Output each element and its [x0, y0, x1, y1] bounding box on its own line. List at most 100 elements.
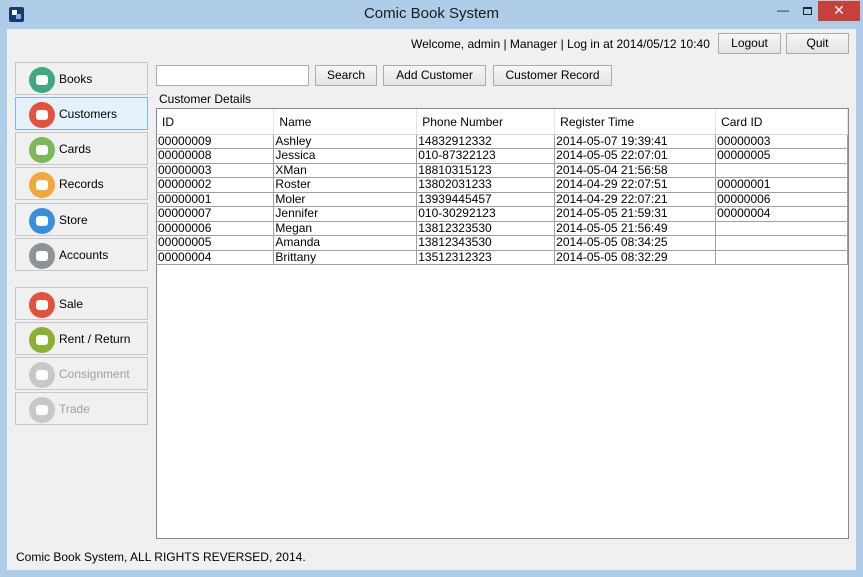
column-header[interactable]: Name — [273, 109, 418, 135]
table-cell: 00000006 — [157, 221, 275, 236]
table-cell: Amanda — [273, 235, 418, 251]
table-cell: 00000008 — [157, 148, 275, 164]
sidebar-item-sale[interactable]: Sale — [15, 287, 148, 320]
add-customer-button[interactable]: Add Customer — [383, 65, 486, 86]
gear-icon — [29, 243, 55, 269]
footer-copyright: Comic Book System, ALL RIGHTS REVERSED, … — [16, 550, 306, 564]
table-row[interactable]: 00000004 Brittany 13512312323 2014-05-05 08… — [157, 250, 848, 265]
table-cell — [715, 221, 848, 236]
sidebar-item-label: Books — [59, 72, 93, 86]
window-title: Comic Book System — [363, 5, 500, 22]
table-cell: Moler — [273, 192, 418, 207]
cloud-icon — [29, 172, 55, 198]
table-cell: 010-87322123 — [416, 148, 556, 164]
table-cell: 13812343530 — [416, 235, 556, 251]
sidebar-item-customers[interactable]: Customers — [15, 97, 148, 130]
table-row[interactable]: 00000001 Moler 13939445457 2014-04-29 22:07… — [157, 192, 848, 207]
main-window: Welcome, admin | Manager | Log in at 201… — [7, 29, 856, 570]
column-header[interactable]: ID — [157, 109, 275, 135]
sidebar-item-consignment: Consignment — [15, 357, 148, 390]
sidebar-item-trade: Trade — [15, 392, 148, 425]
table-row[interactable]: 00000002 Roster 13802031233 2014-04-29 22:0… — [157, 177, 848, 193]
chat-bubble-icon — [29, 67, 55, 93]
customer-table[interactable]: ID Name Phone Number Register Time Card ID 0… — [156, 108, 849, 539]
sidebar-item-label: Consignment — [59, 367, 130, 381]
table-cell: Jessica — [273, 148, 418, 164]
sidebar-item-records[interactable]: Records — [15, 167, 148, 200]
monitor-icon — [29, 137, 55, 163]
table-cell: 00000005 — [715, 148, 848, 164]
sidebar-item-label: Records — [59, 177, 104, 191]
title-bar: Comic Book System — ✕ — [0, 0, 863, 29]
sidebar-item-books[interactable]: Books — [15, 62, 148, 95]
table-cell: 00000004 — [157, 250, 275, 265]
quit-button[interactable]: Quit — [786, 33, 849, 54]
customer-record-button[interactable]: Customer Record — [493, 65, 612, 86]
table-cell: 2014-04-29 22:07:51 — [554, 177, 717, 193]
column-header[interactable]: Register Time — [554, 109, 717, 135]
table-row[interactable]: 00000007 Jennifer 010-30292123 2014-05-05 2… — [157, 206, 848, 222]
table-cell: 13939445457 — [416, 192, 556, 207]
maximize-icon — [802, 7, 812, 15]
table-cell: 010-30292123 — [416, 206, 556, 222]
table-cell: 00000009 — [157, 134, 275, 149]
table-cell: Megan — [273, 221, 418, 236]
video-camera-icon — [29, 327, 55, 353]
table-cell: Ashley — [273, 134, 418, 149]
sidebar-item-label: Rent / Return — [59, 332, 131, 346]
table-cell: Roster — [273, 177, 418, 193]
table-row[interactable]: 00000003 XMan 18810315123 2014-05-04 21:56:… — [157, 163, 848, 178]
table-row[interactable]: 00000005 Amanda 13812343530 2014-05-05 08:3… — [157, 235, 848, 251]
table-row[interactable]: 00000008 Jessica 010-87322123 2014-05-05 22… — [157, 148, 848, 164]
sidebar-item-store[interactable]: Store — [15, 203, 148, 236]
close-button[interactable]: ✕ — [818, 1, 860, 21]
table-cell: Brittany — [273, 250, 418, 265]
sidebar-item-label: Sale — [59, 297, 84, 311]
table-cell: 13802031233 — [416, 177, 556, 193]
table-cell: 13512312323 — [416, 250, 556, 265]
cloud-icon — [29, 362, 55, 388]
sidebar-item-rent-return[interactable]: Rent / Return — [15, 322, 148, 355]
table-cell: 00000006 — [715, 192, 848, 207]
table-cell: 00000003 — [715, 134, 848, 149]
minimize-button[interactable]: — — [772, 1, 794, 21]
table-cell: 2014-05-05 21:59:31 — [554, 206, 717, 222]
table-cell: 2014-04-29 22:07:21 — [554, 192, 717, 207]
logout-button[interactable]: Logout — [718, 33, 781, 54]
table-header-row: ID Name Phone Number Register Time Card ID — [157, 109, 848, 135]
table-cell: 2014-05-05 08:32:29 — [554, 250, 717, 265]
table-cell: 2014-05-05 21:56:49 — [554, 221, 717, 236]
welcome-text: Welcome, admin | Manager | Log in at 201… — [411, 37, 710, 51]
column-header[interactable]: Phone Number — [416, 109, 556, 135]
column-header[interactable]: Card ID — [715, 109, 848, 135]
table-cell: 00000004 — [715, 206, 848, 222]
table-cell: 00000001 — [715, 177, 848, 193]
table-row[interactable]: 00000009 Ashley 14832912332 2014-05-07 19:3… — [157, 134, 848, 149]
phone-icon — [29, 208, 55, 234]
search-button[interactable]: Search — [315, 65, 377, 86]
table-cell — [715, 250, 848, 265]
customer-details-title: Customer Details — [159, 92, 252, 106]
sidebar-item-accounts[interactable]: Accounts — [15, 238, 148, 271]
table-cell: 18810315123 — [416, 163, 556, 178]
table-cell — [715, 235, 848, 251]
search-input[interactable] — [156, 65, 309, 86]
sidebar-item-cards[interactable]: Cards — [15, 132, 148, 165]
table-row[interactable]: 00000006 Megan 13812323530 2014-05-05 21:56… — [157, 221, 848, 236]
table-cell: 00000007 — [157, 206, 275, 222]
sidebar-item-label: Customers — [59, 107, 118, 121]
table-cell: 00000005 — [157, 235, 275, 251]
sidebar-item-label: Store — [59, 213, 88, 227]
sidebar-item-label: Accounts — [59, 248, 109, 262]
sidebar-item-label: Cards — [59, 142, 92, 156]
table-cell: 00000001 — [157, 192, 275, 207]
table-cell: 2014-05-05 22:07:01 — [554, 148, 717, 164]
maximize-button[interactable] — [796, 1, 818, 21]
table-cell: 2014-05-05 08:34:25 — [554, 235, 717, 251]
table-cell: 2014-05-07 19:39:41 — [554, 134, 717, 149]
table-cell: 14832912332 — [416, 134, 556, 149]
table-cell: XMan — [273, 163, 418, 178]
user-icon — [29, 397, 55, 423]
sidebar-item-label: Trade — [59, 402, 90, 416]
user-icon — [29, 102, 55, 128]
